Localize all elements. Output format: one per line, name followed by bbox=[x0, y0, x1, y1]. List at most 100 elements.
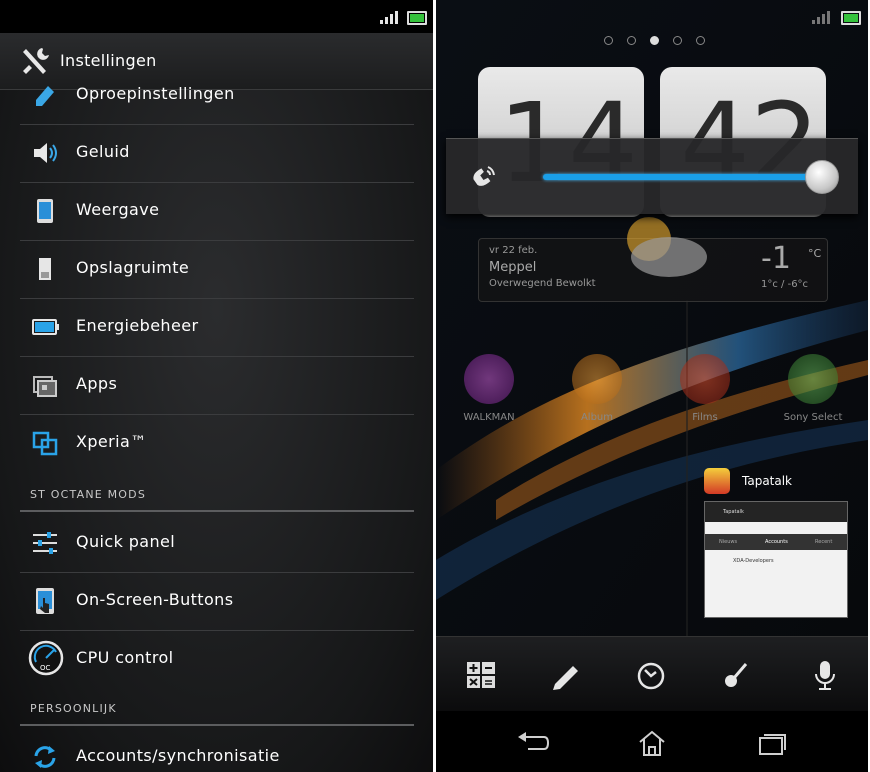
app-label: Sony Select bbox=[783, 412, 843, 423]
tapatalk-icon[interactable] bbox=[704, 468, 730, 494]
settings-item-label: Xperia™ bbox=[76, 432, 147, 451]
app-films[interactable]: Films bbox=[660, 354, 750, 423]
signal-icon bbox=[812, 20, 815, 24]
app-label: WALKMAN bbox=[463, 412, 515, 423]
home-screen: 14 42 vr 22 feb. Meppel Overwegend Bewol… bbox=[436, 0, 868, 772]
battery-status-icon bbox=[407, 11, 427, 25]
guitar-tuner-icon[interactable] bbox=[719, 659, 753, 691]
dock bbox=[436, 636, 868, 712]
settings-item-label: Oproepinstellingen bbox=[76, 84, 235, 103]
weather-range: 1°c / -6°c bbox=[761, 279, 809, 290]
volume-panel bbox=[446, 138, 858, 214]
weather-widget[interactable]: vr 22 feb. Meppel Overwegend Bewolkt -1 … bbox=[478, 217, 828, 302]
recent-app-thumbnail[interactable]: Tapatalk Nieuws Accounts Recent XDA-Deve… bbox=[704, 501, 848, 618]
battery-status-icon bbox=[841, 11, 861, 25]
page-dot-active bbox=[650, 36, 659, 45]
settings-item-xperia[interactable]: Xperia™ bbox=[20, 414, 414, 472]
settings-item-quick-panel[interactable]: Quick panel bbox=[20, 514, 414, 573]
app-sony-select[interactable]: Sony Select bbox=[768, 354, 858, 423]
weather-temperature: -1 bbox=[761, 241, 791, 276]
page-dot bbox=[604, 36, 613, 45]
weather-unit: °C bbox=[808, 247, 822, 260]
sync-icon bbox=[34, 746, 56, 768]
films-icon bbox=[680, 354, 730, 404]
settings-item-accounts-sync[interactable]: Accounts/synchronisatie bbox=[20, 728, 414, 772]
section-divider bbox=[20, 724, 414, 726]
signal-bar bbox=[822, 14, 825, 24]
status-bar bbox=[436, 0, 868, 33]
settings-item-label: Apps bbox=[76, 374, 118, 393]
thumb-tab: Recent bbox=[815, 539, 833, 545]
album-icon bbox=[572, 354, 622, 404]
touch-screen-icon bbox=[36, 588, 54, 614]
section-header-personal: PERSOONLIJK bbox=[30, 702, 117, 715]
app-label: Album bbox=[580, 412, 614, 423]
settings-item-weergave[interactable]: Weergave bbox=[20, 182, 414, 241]
ringtone-phone-icon bbox=[473, 166, 495, 186]
settings-item-energiebeheer[interactable]: Energiebeheer bbox=[20, 298, 414, 357]
phone-tool-icon bbox=[36, 86, 54, 106]
settings-item-apps[interactable]: Apps bbox=[20, 356, 414, 415]
display-icon bbox=[37, 199, 53, 223]
calculator-icon[interactable] bbox=[464, 659, 498, 691]
signal-bar bbox=[385, 17, 388, 24]
home-icon[interactable] bbox=[634, 729, 670, 757]
battery-icon bbox=[32, 319, 59, 335]
settings-item-label: Energiebeheer bbox=[76, 316, 199, 335]
volume-slider-thumb[interactable] bbox=[805, 160, 839, 194]
sony-select-icon bbox=[788, 354, 838, 404]
walkman-icon bbox=[464, 354, 514, 404]
app-label: Films bbox=[692, 412, 718, 423]
settings-item-label: Opslagruimte bbox=[76, 258, 190, 277]
settings-item-on-screen-buttons[interactable]: On-Screen-Buttons bbox=[20, 572, 414, 631]
settings-item-label: Weergave bbox=[76, 200, 160, 219]
page-dot bbox=[673, 36, 682, 45]
settings-item-geluid[interactable]: Geluid bbox=[20, 124, 414, 183]
signal-bar bbox=[395, 11, 398, 24]
signal-bar bbox=[390, 14, 393, 24]
page-dot bbox=[627, 36, 636, 45]
signal-bar bbox=[827, 11, 830, 24]
thumb-title: Tapatalk bbox=[723, 509, 744, 515]
section-divider bbox=[20, 510, 414, 512]
recent-apps-icon[interactable] bbox=[754, 729, 790, 757]
weather-date: vr 22 feb. bbox=[489, 245, 538, 256]
settings-item-label: CPU control bbox=[76, 648, 174, 667]
settings-item-label: On-Screen-Buttons bbox=[76, 590, 234, 609]
section-header-mods: ST OCTANE MODS bbox=[30, 488, 147, 501]
weather-condition: Overwegend Bewolkt bbox=[489, 278, 596, 289]
sliders-icon bbox=[33, 532, 57, 554]
thumb-tab: Nieuws bbox=[719, 539, 738, 545]
weather-city: Meppel bbox=[489, 260, 537, 275]
timer-icon[interactable] bbox=[634, 659, 668, 691]
app-walkman[interactable]: WALKMAN bbox=[444, 354, 534, 423]
settings-screen: Instellingen Oproepinstellingen Geluid W… bbox=[0, 0, 433, 772]
microphone-icon[interactable] bbox=[808, 659, 842, 691]
settings-item-label: Geluid bbox=[76, 142, 130, 161]
navigation-bar bbox=[436, 711, 868, 772]
settings-item-opslagruimte[interactable]: Opslagruimte bbox=[20, 240, 414, 299]
xperia-icon bbox=[32, 431, 58, 456]
volume-slider-track[interactable] bbox=[543, 174, 823, 180]
app-album[interactable]: Album bbox=[552, 354, 642, 423]
settings-item-oproepinstellingen[interactable]: Oproepinstellingen bbox=[20, 66, 414, 125]
back-icon[interactable] bbox=[514, 729, 550, 757]
apps-icon bbox=[33, 376, 57, 397]
recent-app-title[interactable]: Tapatalk bbox=[742, 474, 792, 488]
thumb-row: XDA-Developers bbox=[733, 558, 774, 564]
page-dot bbox=[696, 36, 705, 45]
oc-gauge-icon: OC bbox=[28, 640, 64, 676]
settings-item-label: Quick panel bbox=[76, 532, 176, 551]
thumb-tab: Accounts bbox=[765, 539, 788, 545]
thumb-tabs: Nieuws Accounts Recent bbox=[705, 534, 847, 550]
signal-bar bbox=[817, 17, 820, 24]
cloud-sun-icon bbox=[627, 217, 707, 277]
pencil-icon[interactable] bbox=[549, 659, 583, 691]
thumb-header: Tapatalk bbox=[705, 502, 847, 522]
signal-icon bbox=[380, 20, 383, 24]
svg-text:OC: OC bbox=[40, 664, 51, 672]
settings-item-label: Accounts/synchronisatie bbox=[76, 746, 280, 765]
settings-item-cpu-control[interactable]: OC CPU control bbox=[20, 630, 414, 688]
status-bar bbox=[0, 0, 433, 33]
sd-card-icon bbox=[39, 258, 51, 280]
